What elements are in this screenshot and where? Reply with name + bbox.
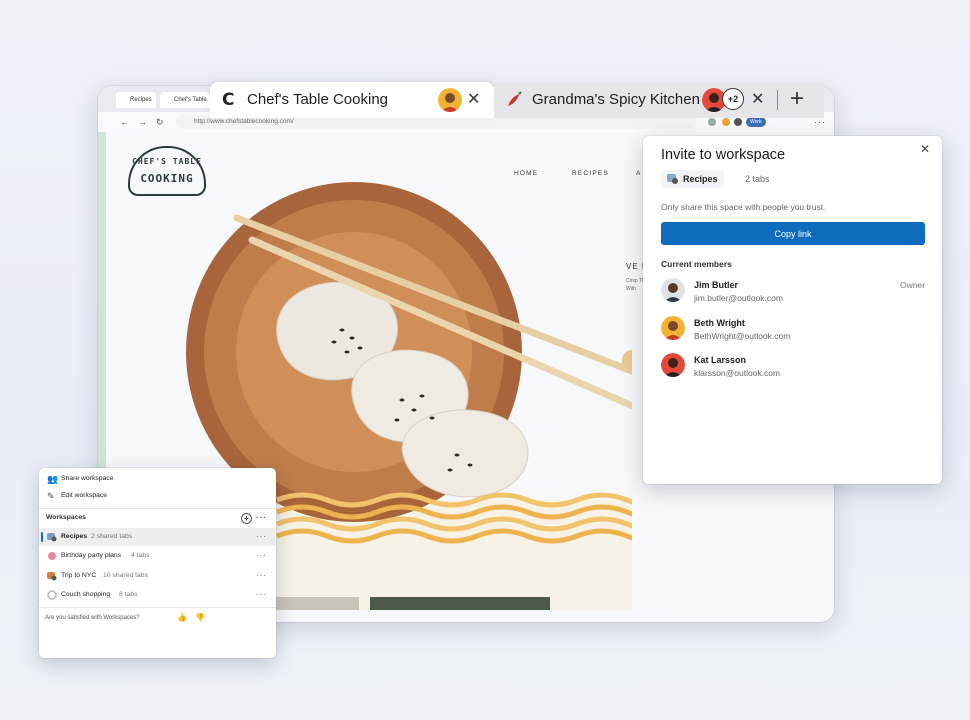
more-options-icon[interactable]: ··· bbox=[256, 567, 267, 585]
workspace-item-birthday[interactable]: Birthday party plans 4 tabs ··· bbox=[39, 547, 276, 565]
workspace-icon bbox=[48, 552, 56, 560]
member-row: Beth Wright BethWright@outlook.com bbox=[661, 316, 925, 348]
collaborator-avatar-icon bbox=[438, 88, 462, 112]
member-email: klarsson@outlook.com bbox=[694, 368, 781, 378]
invite-workspace-dialog: Invite to workspace ✕ Recipes 2 tabs Onl… bbox=[643, 136, 942, 484]
members-heading: Current members bbox=[661, 259, 732, 269]
member-name: Kat Larsson bbox=[694, 355, 747, 365]
section-title: Workspaces bbox=[46, 514, 86, 521]
workspace-count: 4 tabs bbox=[131, 552, 150, 559]
tab-divider bbox=[777, 90, 778, 110]
tab-chefs-table-cooking[interactable]: C Chef's Table Cooking ✕ bbox=[210, 82, 494, 118]
workspace-count: 8 tabs bbox=[119, 591, 138, 598]
workspace-item-trip[interactable]: Trip to NYC 10 shared tabs ··· bbox=[39, 567, 276, 585]
mini-tab-chefs-table[interactable]: Chef's Table bbox=[160, 92, 210, 108]
close-icon[interactable]: ✕ bbox=[920, 142, 930, 156]
workspace-tab-count: 2 tabs bbox=[745, 174, 770, 184]
workspace-name: Recipes bbox=[61, 533, 88, 540]
menu-item-label: Share workspace bbox=[61, 475, 114, 482]
extra-collaborators-badge[interactable]: +2 bbox=[722, 88, 744, 110]
new-tab-icon[interactable]: + bbox=[790, 85, 804, 113]
add-workspace-icon[interactable]: + bbox=[241, 513, 252, 524]
workspace-name: Trip to NYC bbox=[61, 572, 97, 579]
member-avatar bbox=[661, 316, 685, 340]
trust-note: Only share this space with people you tr… bbox=[661, 202, 826, 212]
feedback-prompt: Are you satisfied with Workspaces? bbox=[45, 615, 140, 621]
workspace-icon bbox=[47, 590, 57, 600]
mini-tab-label: Recipes bbox=[130, 97, 152, 103]
copy-link-button[interactable]: Copy link bbox=[661, 222, 925, 245]
more-options-icon[interactable]: ··· bbox=[256, 586, 267, 604]
member-row: Kat Larsson klarsson@outlook.com bbox=[661, 353, 925, 385]
workspace-icon bbox=[667, 174, 678, 184]
profile-avatar-icon[interactable] bbox=[722, 118, 730, 126]
profile-avatar-icon[interactable] bbox=[734, 118, 742, 126]
tab-strip: C Chef's Table Cooking ✕ Grandma's Spicy… bbox=[210, 82, 824, 118]
chili-pepper-icon bbox=[508, 91, 522, 106]
thumbs-up-icon[interactable]: 👍 bbox=[177, 609, 187, 627]
more-options-icon[interactable]: ··· bbox=[256, 528, 267, 546]
workspaces-section-header: Workspaces + ··· bbox=[39, 509, 276, 527]
workspace-item-couch[interactable]: Couch shopping 8 tabs ··· bbox=[39, 586, 276, 604]
tab-grandmas-spicy-kitchen[interactable]: Grandma's Spicy Kitchen +2 ✕ + bbox=[494, 82, 824, 118]
more-options-icon[interactable]: ··· bbox=[256, 547, 267, 565]
share-workspace-item[interactable]: 👥 Share workspace bbox=[39, 470, 276, 488]
menu-item-label: Edit workspace bbox=[61, 492, 108, 499]
profile-badge[interactable]: Work bbox=[746, 117, 766, 127]
member-avatar bbox=[661, 353, 685, 377]
workspace-count: 2 shared tabs bbox=[91, 533, 133, 540]
more-options-icon[interactable]: ··· bbox=[256, 509, 267, 527]
extension-icon[interactable] bbox=[708, 118, 716, 126]
workspace-chip: Recipes bbox=[661, 170, 724, 188]
member-email: BethWright@outlook.com bbox=[694, 331, 791, 341]
tab-title: Chef's Table Cooking bbox=[247, 91, 389, 108]
member-name: Beth Wright bbox=[694, 318, 745, 328]
site-favicon-icon: C bbox=[222, 90, 235, 110]
workspace-item-recipes[interactable]: Recipes 2 shared tabs ··· bbox=[39, 528, 276, 546]
workspace-icon bbox=[47, 533, 57, 542]
workspaces-panel: 👥 Share workspace ✎ Edit workspace Works… bbox=[39, 468, 276, 658]
member-email: jim.butler@outlook.com bbox=[694, 293, 783, 303]
dialog-title: Invite to workspace bbox=[661, 147, 786, 163]
divider bbox=[39, 607, 276, 608]
tab-title: Grandma's Spicy Kitchen bbox=[532, 91, 700, 108]
member-role: Owner bbox=[899, 280, 925, 290]
edit-pencil-icon: ✎ bbox=[47, 491, 55, 501]
share-people-icon: 👥 bbox=[47, 474, 59, 484]
mini-tab-label: Chef's Table bbox=[174, 97, 207, 103]
close-tab-icon[interactable]: ✕ bbox=[467, 92, 480, 108]
mini-tab-recipes[interactable]: Recipes bbox=[116, 92, 156, 108]
member-avatar bbox=[661, 278, 685, 302]
workspace-name: Birthday party plans bbox=[61, 552, 122, 559]
edit-workspace-item[interactable]: ✎ Edit workspace bbox=[39, 487, 276, 505]
member-row: Jim Butler jim.butler@outlook.com Owner bbox=[661, 278, 925, 310]
workspace-count: 10 shared tabs bbox=[103, 572, 148, 579]
thumbs-down-icon[interactable]: 👎 bbox=[195, 609, 205, 627]
workspace-name: Couch shopping bbox=[61, 591, 111, 598]
member-name: Jim Butler bbox=[694, 280, 739, 290]
site-nav-more[interactable]: A bbox=[636, 170, 642, 177]
close-tab-icon[interactable]: ✕ bbox=[751, 92, 764, 108]
feedback-row: Are you satisfied with Workspaces? 👍 👎 bbox=[39, 609, 276, 627]
workspace-icon bbox=[47, 572, 57, 581]
workspace-chip-name: Recipes bbox=[683, 174, 718, 184]
